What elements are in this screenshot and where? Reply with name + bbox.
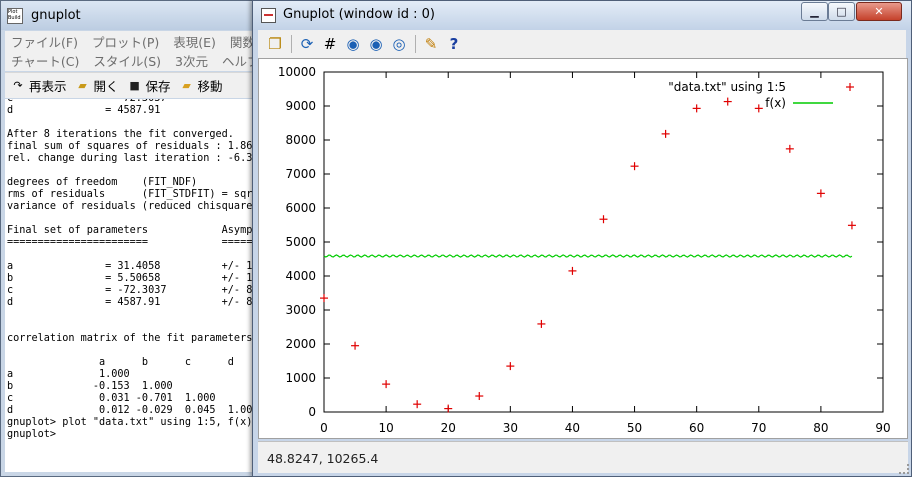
- menu-expressions[interactable]: 表現(E): [173, 35, 216, 50]
- data-point: [537, 319, 546, 328]
- y-tick-label: 4000: [285, 269, 316, 283]
- gnuplot-console-window: Plot Build gnuplot ファイル(F) プロット(P) 表現(E)…: [0, 0, 262, 477]
- legend-marker-data: [846, 83, 854, 91]
- save-disk-icon: ■: [129, 79, 140, 92]
- y-tick-label: 10000: [278, 65, 316, 79]
- data-point: [382, 380, 391, 389]
- x-tick-label: 70: [751, 421, 766, 435]
- x-tick-label: 0: [320, 421, 328, 435]
- options-icon[interactable]: ✎: [420, 33, 442, 55]
- graph-app-icon: [261, 8, 276, 23]
- data-point: [475, 392, 484, 401]
- replot-icon[interactable]: ⟳: [296, 33, 318, 55]
- fit-curve-group: [323, 254, 853, 258]
- save-label: 保存: [145, 79, 171, 94]
- save-button[interactable]: ■ 保存: [128, 76, 171, 95]
- replot-button[interactable]: ↷ 再表示: [11, 76, 67, 95]
- plot-svg: 0 10 20 30 40 50 60 70 80 90 0 1000 2000 3000 4000 5000…: [278, 65, 891, 435]
- plot-canvas[interactable]: 0 10 20 30 40 50 60 70 80 90 0 1000 2000 3000 4000 5000…: [258, 58, 908, 439]
- close-button[interactable]: ✕: [856, 2, 902, 21]
- plot-axes: 0 10 20 30 40 50 60 70 80 90 0 1000 2000 3000 4000 5000…: [278, 65, 891, 435]
- graph-titlebar[interactable]: Gnuplot (window id : 0) ▁ □ ✕: [253, 1, 911, 30]
- change-dir-label: 移動: [197, 79, 223, 94]
- data-point: [351, 341, 360, 350]
- console-titlebar[interactable]: Plot Build gnuplot: [1, 1, 261, 30]
- data-point: [816, 189, 825, 198]
- toolbar-separator: [291, 35, 292, 53]
- data-point: [847, 221, 856, 230]
- resize-grip-icon[interactable]: [899, 464, 909, 474]
- y-tick-label: 8000: [285, 133, 316, 147]
- x-tick-label: 90: [875, 421, 890, 435]
- open-label: 開く: [93, 79, 119, 94]
- folder-move-icon: ▰: [182, 79, 191, 92]
- data-point: [568, 266, 577, 275]
- copy-to-clipboard-icon[interactable]: ❐: [264, 33, 286, 55]
- data-point: [785, 144, 794, 153]
- graph-window-title: Gnuplot (window id : 0): [283, 7, 435, 22]
- y-tick-label: 1000: [285, 371, 316, 385]
- data-point: [661, 129, 670, 138]
- console-title: gnuplot: [31, 8, 81, 23]
- plot-border: [323, 71, 884, 413]
- data-point: [692, 104, 701, 113]
- zoom-next-icon[interactable]: ◉: [365, 33, 387, 55]
- x-tick-label: 10: [378, 421, 393, 435]
- data-point: [320, 294, 328, 303]
- y-tick-label: 7000: [285, 167, 316, 181]
- menu-3d[interactable]: 3次元: [175, 54, 208, 69]
- menu-plot[interactable]: プロット(P): [92, 35, 159, 50]
- y-tick-label: 5000: [285, 235, 316, 249]
- replot-label: 再表示: [29, 79, 67, 94]
- menu-chart[interactable]: チャート(C): [11, 54, 79, 69]
- console-text: c = -72.3037 d = 4587.91 After 8 iterati…: [7, 99, 259, 440]
- graph-toolbar: ❐ ⟳ # ◉ ◉ ◎ ✎ ?: [258, 30, 906, 58]
- data-point: [723, 97, 732, 106]
- zoom-previous-icon[interactable]: ◉: [342, 33, 364, 55]
- x-tick-label: 20: [441, 421, 456, 435]
- y-tick-label: 2000: [285, 337, 316, 351]
- data-point: [506, 362, 515, 371]
- menu-file[interactable]: ファイル(F): [11, 35, 78, 50]
- gnuplot-app-icon: Plot Build: [7, 7, 23, 24]
- x-tick-label: 30: [503, 421, 518, 435]
- data-point: [630, 162, 639, 171]
- y-tick-label: 0: [308, 405, 316, 419]
- menu-styles[interactable]: スタイル(S): [93, 54, 161, 69]
- toolbar-separator: [415, 35, 416, 53]
- x-tick-label: 50: [627, 421, 642, 435]
- folder-open-icon: ▰: [78, 79, 87, 92]
- console-menubar: ファイル(F) プロット(P) 表現(E) 関数 チャート(C) スタイル(S)…: [5, 31, 261, 71]
- console-output[interactable]: c = -72.3037 d = 4587.91 After 8 iterati…: [5, 99, 261, 472]
- gnuplot-graph-window: Gnuplot (window id : 0) ▁ □ ✕ ❐ ⟳ # ◉ ◉ …: [252, 0, 912, 477]
- y-tick-label: 6000: [285, 201, 316, 215]
- maximize-button[interactable]: □: [828, 2, 855, 21]
- legend-label-fx: f(x): [765, 96, 786, 110]
- x-tick-label: 80: [813, 421, 828, 435]
- change-dir-button[interactable]: ▰ 移動: [180, 76, 223, 95]
- data-point: [444, 404, 453, 413]
- data-point: [413, 400, 422, 409]
- zoom-icon[interactable]: ◎: [388, 33, 410, 55]
- cursor-coordinates-status: 48.8247, 10265.4: [258, 441, 908, 473]
- grid-icon[interactable]: #: [319, 33, 341, 55]
- replot-icon: ↷: [13, 79, 23, 92]
- x-tick-label: 60: [689, 421, 704, 435]
- y-tick-label: 3000: [285, 303, 316, 317]
- console-toolbar: ↷ 再表示 ▰ 開く ■ 保存 ▰ 移動: [5, 72, 261, 98]
- legend-label-data: "data.txt" using 1:5: [668, 80, 786, 94]
- help-icon[interactable]: ?: [443, 33, 465, 55]
- minimize-button[interactable]: ▁: [801, 2, 828, 21]
- data-point: [599, 215, 608, 224]
- fit-curve-fx: [323, 254, 853, 258]
- open-button[interactable]: ▰ 開く: [76, 76, 119, 95]
- x-tick-label: 40: [565, 421, 580, 435]
- y-tick-label: 9000: [285, 99, 316, 113]
- data-point: [754, 104, 763, 113]
